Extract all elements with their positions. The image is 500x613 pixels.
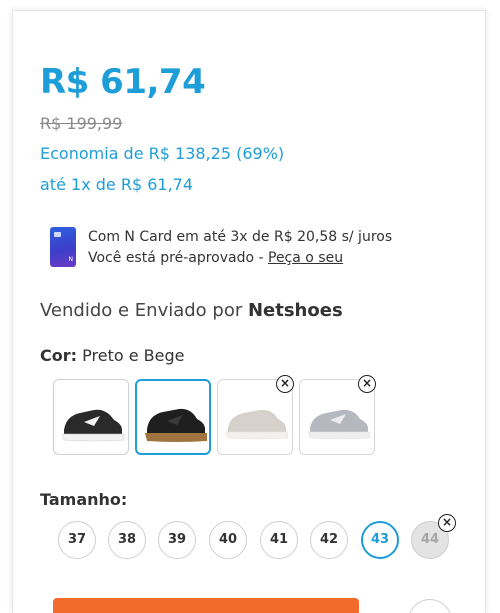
savings-text: Economia de R$ 138,25 (69%) bbox=[40, 144, 285, 163]
ncard-offer-text: Com N Card em até 3x de R$ 20,58 s/ juro… bbox=[88, 229, 393, 245]
original-price: R$ 199,99 bbox=[40, 114, 123, 133]
selected-color-name: Preto e Bege bbox=[82, 346, 185, 365]
color-swatch-black-beige[interactable] bbox=[135, 379, 211, 455]
seller-info: Vendido e Enviado por Netshoes bbox=[40, 300, 343, 321]
size-option-39[interactable]: 39 bbox=[158, 521, 196, 559]
buy-button[interactable] bbox=[53, 598, 359, 613]
ncard-preapproved: Você está pré-aprovado - Peça o seu bbox=[88, 250, 343, 266]
size-option-40[interactable]: 40 bbox=[209, 521, 247, 559]
credit-card-icon: N bbox=[50, 227, 76, 267]
ncard-preapproved-text: Você está pré-aprovado - bbox=[88, 250, 268, 266]
seller-prefix: Vendido e Enviado por bbox=[40, 300, 248, 321]
installment-text: até 1x de R$ 61,74 bbox=[40, 175, 194, 194]
shoe-thumbnail-icon bbox=[61, 409, 125, 442]
size-option-43[interactable]: 43 bbox=[361, 521, 399, 559]
unavailable-close-icon: × bbox=[358, 375, 376, 393]
size-option-37[interactable]: 37 bbox=[58, 521, 96, 559]
current-price: R$ 61,74 bbox=[40, 62, 206, 102]
color-swatch-black-white[interactable] bbox=[53, 379, 129, 455]
shoe-thumbnail-icon bbox=[145, 408, 207, 442]
seller-name: Netshoes bbox=[247, 300, 343, 321]
size-option-38[interactable]: 38 bbox=[108, 521, 146, 559]
unavailable-close-icon: × bbox=[438, 514, 456, 532]
unavailable-close-icon: × bbox=[276, 375, 294, 393]
size-option-42[interactable]: 42 bbox=[310, 521, 348, 559]
size-option-41[interactable]: 41 bbox=[260, 521, 298, 559]
color-selection: Cor: Preto e Bege bbox=[40, 346, 184, 365]
color-label: Cor: bbox=[40, 346, 78, 365]
size-label: Tamanho: bbox=[40, 490, 128, 509]
request-card-link[interactable]: Peça o seu bbox=[268, 250, 343, 266]
